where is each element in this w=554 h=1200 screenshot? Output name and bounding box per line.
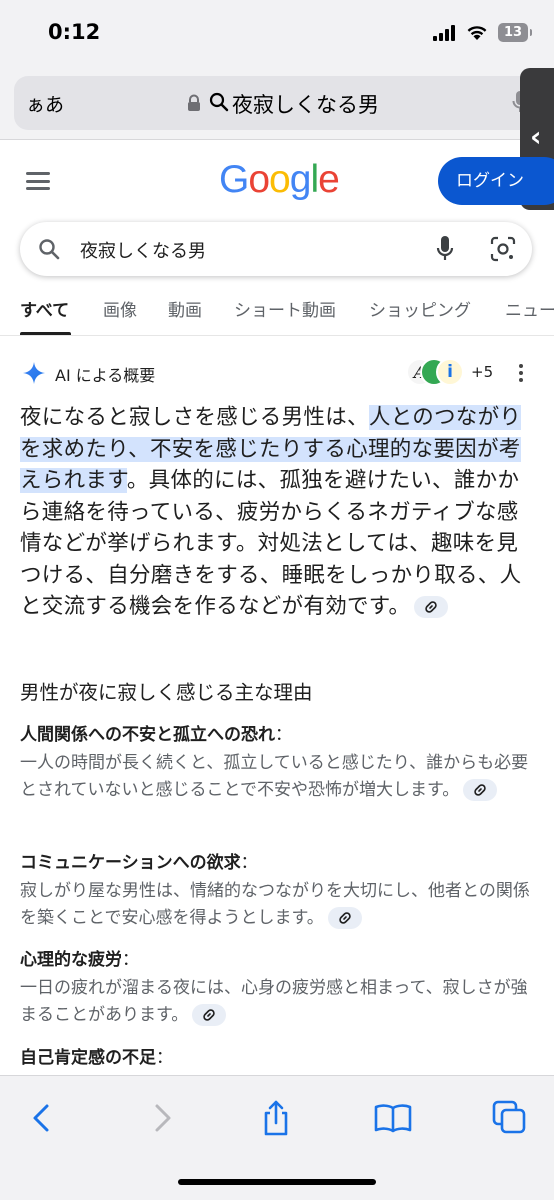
search-input[interactable]: 夜寂しくなる男 (80, 237, 206, 263)
tabs-icon[interactable] (490, 1098, 530, 1138)
reason-title: 人間関係への不安と孤立への恐れ： (20, 725, 292, 745)
source-link-button[interactable] (192, 1003, 227, 1026)
status-bar: 0:12 13 (0, 0, 554, 70)
tab-all[interactable]: すべて (20, 296, 69, 321)
lock-icon (188, 94, 200, 111)
wifi-icon (467, 26, 487, 40)
reason-title: 自己肯定感の不足： (20, 1048, 173, 1068)
reason-title: 心理的な疲労： (20, 950, 139, 970)
back-icon[interactable] (22, 1098, 62, 1138)
source-avatar: i (436, 358, 464, 386)
reason-body: 一人の時間が長く続くと、孤立していると感じたり、誰からも必要とされていないと感じ… (20, 753, 529, 801)
status-time: 0:12 (48, 20, 101, 44)
tab-images[interactable]: 画像 (103, 296, 137, 321)
bookmarks-icon[interactable] (373, 1098, 413, 1138)
menu-icon[interactable] (26, 172, 50, 190)
reason-body: 寂しがり屋な男性は、情緒的なつながりを大切にし、他者との関係を築くことで安心感を… (20, 881, 530, 929)
search-tabs: すべて 画像 動画 ショート動画 ショッピング ニュー (0, 292, 554, 336)
tab-news[interactable]: ニュー (505, 296, 554, 321)
battery-icon: 13 (498, 23, 532, 42)
voice-search-icon[interactable] (436, 235, 454, 263)
chevron-left-icon: ‹ (530, 120, 542, 153)
ai-overview-text: 夜になると寂しさを感じる男性は、人とのつながりを求めたり、不安を感じたりする心理… (20, 405, 522, 619)
source-avatars[interactable]: A i (406, 358, 468, 386)
reason-body: 一日の疲れが溜まる夜には、心身の疲労感と相まって、寂しさが強まることがあります。 (20, 978, 528, 1026)
search-icon (39, 239, 60, 260)
active-tab-indicator (20, 332, 71, 335)
link-icon (203, 1008, 216, 1021)
forward-icon[interactable] (142, 1098, 182, 1138)
source-link-button[interactable] (327, 906, 362, 929)
text-size-button[interactable]: ぁあ (26, 90, 64, 117)
search-box[interactable]: 夜寂しくなる男 (20, 222, 532, 276)
address-bar[interactable]: ぁあ 夜寂しくなる男 (14, 76, 534, 130)
login-button[interactable]: ログイン (438, 157, 554, 205)
link-icon (339, 911, 351, 924)
signal-icon (433, 25, 455, 41)
share-icon[interactable] (256, 1098, 296, 1138)
ai-overview-label: AI による概要 (55, 366, 156, 385)
lens-icon[interactable] (490, 236, 516, 262)
tab-short-videos[interactable]: ショート動画 (234, 296, 336, 321)
sparkle-icon (23, 362, 45, 384)
section-title: 男性が夜に寂しく感じる主な理由 (20, 681, 313, 704)
tab-videos[interactable]: 動画 (168, 296, 202, 321)
source-link-button[interactable] (414, 596, 449, 618)
more-sources-count[interactable]: +5 (471, 363, 493, 381)
address-query: 夜寂しくなる男 (232, 93, 379, 117)
link-icon (474, 783, 486, 796)
search-icon (209, 92, 229, 112)
more-options-icon[interactable] (519, 364, 523, 382)
link-icon (425, 601, 437, 613)
home-indicator[interactable] (178, 1179, 376, 1185)
browser-address-area: ぁあ 夜寂しくなる男 (0, 70, 554, 140)
reason-title: コミュニケーションへの欲求： (20, 853, 258, 873)
source-link-button[interactable] (463, 778, 498, 801)
tab-shopping[interactable]: ショッピング (369, 296, 471, 321)
google-logo[interactable]: Google (219, 158, 340, 202)
